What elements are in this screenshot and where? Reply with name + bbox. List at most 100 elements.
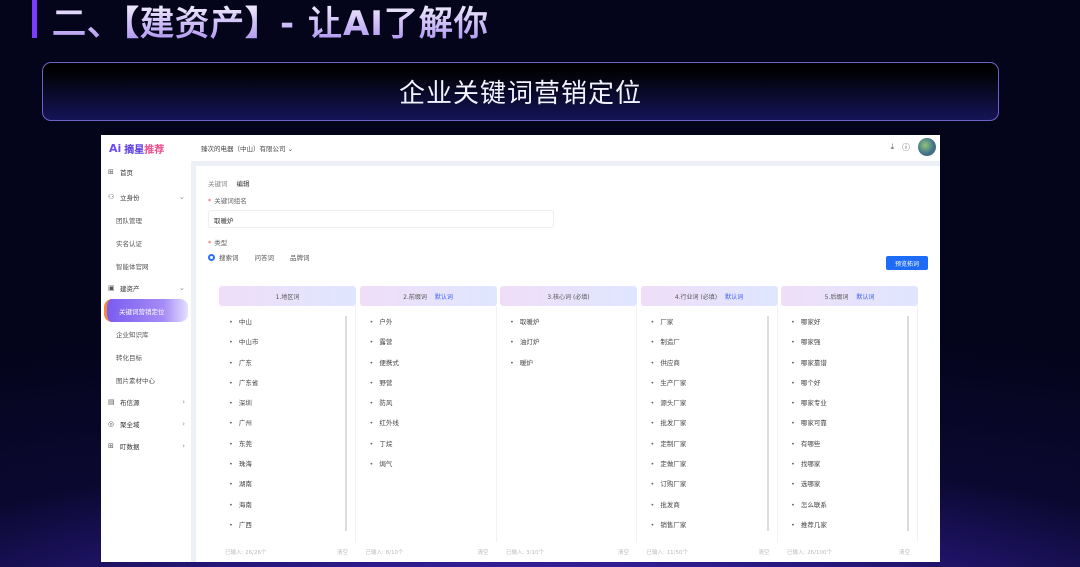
sidebar-item-label: 图片素材中心: [116, 376, 155, 385]
keyword-item[interactable]: 有哪些: [781, 438, 917, 458]
globe-icon: ◎: [108, 420, 115, 428]
sidebar-item[interactable]: 图片素材中心: [101, 368, 191, 391]
keyword-item[interactable]: 销售厂家: [641, 519, 777, 539]
keyword-item[interactable]: 深圳: [219, 397, 355, 417]
input-count: 已输入: 3/10个: [506, 550, 544, 556]
keyword-item[interactable]: 取暖炉: [500, 316, 636, 336]
column-title: 2.前缀词: [403, 293, 427, 301]
help-icon[interactable]: ⓘ: [902, 142, 910, 153]
keyword-item[interactable]: 厂家: [641, 316, 777, 336]
name-label-text: 关键词组名: [214, 197, 247, 205]
keyword-item[interactable]: 野营: [360, 377, 496, 397]
sidebar-item[interactable]: ⊞ 盯数据 ›: [101, 435, 191, 457]
scrollbar[interactable]: [345, 316, 347, 531]
sidebar-item[interactable]: 转化目标: [101, 345, 191, 368]
keyword-item[interactable]: 订购厂家: [641, 478, 777, 498]
keyword-item[interactable]: 哪家专业: [781, 397, 917, 417]
sidebar-item-label: 首页: [120, 169, 133, 177]
keyword-item[interactable]: 防风: [360, 397, 496, 417]
keyword-item[interactable]: 红外线: [360, 417, 496, 437]
keyword-item[interactable]: 哪家好: [781, 316, 917, 336]
keyword-item[interactable]: 广东: [219, 357, 355, 377]
keyword-item[interactable]: 东莞: [219, 438, 355, 458]
type-radio[interactable]: 问答词: [255, 252, 275, 262]
keyword-item[interactable]: 推荐几家: [781, 519, 917, 539]
sidebar-item[interactable]: ◎ 聚全域 ›: [101, 413, 191, 435]
sidebar-item[interactable]: ⚇ 立身份 ⌄: [101, 186, 191, 208]
sidebar-item-label: 立身份: [120, 194, 140, 202]
sidebar-item[interactable]: ⊞ 首页: [101, 161, 191, 183]
keyword-item[interactable]: 珠海: [219, 458, 355, 478]
sidebar-item[interactable]: 智能体官网: [101, 254, 191, 277]
default-words-link[interactable]: 默认词: [856, 292, 874, 301]
chevron-down-icon: ⌄: [179, 193, 185, 201]
preview-expand-button[interactable]: 预览拓词: [886, 256, 928, 270]
type-radio[interactable]: 搜索词: [208, 252, 239, 262]
sidebar-item[interactable]: 关键词营销定位: [104, 299, 188, 322]
company-selector[interactable]: 臻次的电器（中山）有限公司 ⌄: [201, 143, 293, 153]
download-icon[interactable]: ⤓: [890, 142, 894, 152]
keyword-group-name-input[interactable]: 取暖炉: [208, 210, 554, 228]
keyword-item[interactable]: 暖炉: [500, 357, 636, 377]
breadcrumb-parent[interactable]: 关键词: [208, 180, 228, 188]
keyword-item[interactable]: 便携式: [360, 357, 496, 377]
type-radio-label: 品牌词: [290, 254, 310, 262]
keyword-list: 取暖炉油灯炉暖炉: [500, 306, 637, 542]
keyword-item[interactable]: 油灯炉: [500, 336, 636, 356]
keyword-item[interactable]: 批发商: [641, 499, 777, 519]
keyword-item[interactable]: 广州: [219, 417, 355, 437]
keyword-item[interactable]: 海南: [219, 499, 355, 519]
keyword-item[interactable]: 中山市: [219, 336, 355, 356]
clear-button[interactable]: 清空: [337, 548, 348, 556]
column-header: 5.后缀词 默认词: [781, 286, 918, 306]
user-icon: ⚇: [108, 193, 115, 201]
keyword-item[interactable]: 湖南: [219, 478, 355, 498]
sidebar-item[interactable]: 团队管理: [101, 208, 191, 231]
keyword-item[interactable]: 定制厂家: [641, 438, 777, 458]
keyword-item[interactable]: 哪家强: [781, 336, 917, 356]
keyword-item[interactable]: 露营: [360, 336, 496, 356]
keyword-item[interactable]: 制造厂: [641, 336, 777, 356]
default-words-link[interactable]: 默认词: [435, 292, 453, 301]
clear-button[interactable]: 清空: [899, 548, 910, 556]
keyword-item[interactable]: 怎么联系: [781, 499, 917, 519]
scrollbar[interactable]: [907, 316, 909, 531]
sidebar-item[interactable]: ▣ 建资产 ⌄: [101, 277, 191, 299]
sidebar-item[interactable]: 实名认证: [101, 231, 191, 254]
type-radio[interactable]: 品牌词: [290, 252, 310, 262]
keyword-item[interactable]: 找哪家: [781, 458, 917, 478]
slide-banner: 企业关键词营销定位: [42, 62, 999, 121]
keyword-item[interactable]: 供应商: [641, 357, 777, 377]
keyword-column: 1.地区词中山中山市广东广东省深圳广州东莞珠海湖南海南广西已输入: 26/26个…: [219, 286, 356, 562]
type-label-text: 类型: [214, 239, 228, 247]
sidebar-item-label: 智能体官网: [116, 262, 149, 271]
clear-button[interactable]: 清空: [758, 548, 769, 556]
keyword-item[interactable]: 户外: [360, 316, 496, 336]
keyword-item[interactable]: 生产厂家: [641, 377, 777, 397]
sidebar-item[interactable]: ▤ 布信源 ›: [101, 391, 191, 413]
keyword-item[interactable]: 选哪家: [781, 478, 917, 498]
chevron-down-icon: ⌄: [287, 145, 294, 153]
clear-button[interactable]: 清空: [477, 548, 488, 556]
keyword-item[interactable]: 定做厂家: [641, 458, 777, 478]
sidebar-item-label: 企业知识库: [116, 330, 149, 339]
default-words-link[interactable]: 默认词: [725, 292, 743, 301]
clear-button[interactable]: 清空: [618, 548, 629, 556]
scrollbar[interactable]: [766, 316, 769, 531]
keyword-item[interactable]: 丁烷: [360, 438, 496, 458]
keyword-item[interactable]: 广东省: [219, 377, 355, 397]
grid-icon: ⊞: [108, 168, 114, 176]
keyword-item[interactable]: 中山: [219, 316, 355, 336]
sidebar-item[interactable]: 企业知识库: [101, 322, 191, 345]
column-footer: 已输入: 26/26个 清空: [219, 542, 356, 556]
keyword-item[interactable]: 焗气: [360, 458, 496, 478]
keyword-item[interactable]: 哪家可靠: [781, 417, 917, 437]
keyword-item[interactable]: 哪家靠谱: [781, 357, 917, 377]
keyword-item[interactable]: 批发厂家: [641, 417, 777, 437]
keyword-item[interactable]: 哪个好: [781, 377, 917, 397]
keyword-item[interactable]: 源头厂家: [641, 397, 777, 417]
sidebar-item-label: 关键词营销定位: [119, 307, 165, 316]
avatar[interactable]: [918, 138, 936, 156]
keyword-item[interactable]: 广西: [219, 519, 355, 539]
keyword-column: 4.行业词 (必填) 默认词厂家制造厂供应商生产厂家源头厂家批发厂家定制厂家定做厂…: [640, 286, 778, 562]
